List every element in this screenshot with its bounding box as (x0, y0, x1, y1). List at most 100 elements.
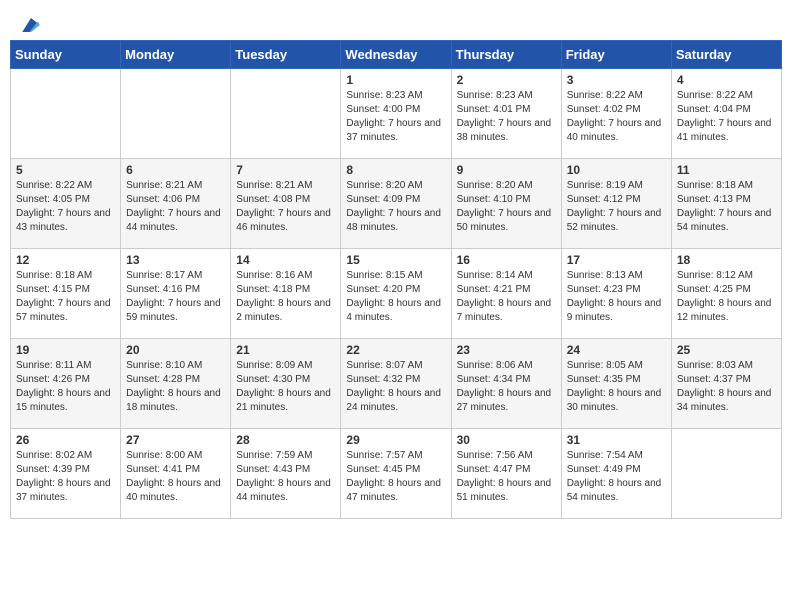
calendar-cell: 1 Sunrise: 8:23 AM Sunset: 4:00 PM Daylig… (341, 69, 451, 159)
day-info: Sunrise: 8:16 AM Sunset: 4:18 PM Dayligh… (236, 269, 335, 325)
header-saturday: Saturday (671, 41, 781, 69)
day-number: 18 (677, 253, 776, 267)
calendar-cell: 29 Sunrise: 7:57 AM Sunset: 4:45 PM Dayli… (341, 429, 451, 519)
day-info: Sunrise: 8:21 AM Sunset: 4:06 PM Dayligh… (126, 179, 225, 235)
calendar-cell: 6 Sunrise: 8:21 AM Sunset: 4:06 PM Daylig… (121, 159, 231, 249)
header-monday: Monday (121, 41, 231, 69)
calendar-cell: 22 Sunrise: 8:07 AM Sunset: 4:32 PM Dayli… (341, 339, 451, 429)
day-info: Sunrise: 8:10 AM Sunset: 4:28 PM Dayligh… (126, 359, 225, 415)
day-number: 19 (16, 343, 115, 357)
day-number: 9 (457, 163, 556, 177)
day-number: 1 (346, 73, 445, 87)
calendar-week-row: 26 Sunrise: 8:02 AM Sunset: 4:39 PM Dayli… (11, 429, 782, 519)
day-number: 26 (16, 433, 115, 447)
day-number: 8 (346, 163, 445, 177)
day-number: 16 (457, 253, 556, 267)
header-thursday: Thursday (451, 41, 561, 69)
calendar-week-row: 12 Sunrise: 8:18 AM Sunset: 4:15 PM Dayli… (11, 249, 782, 339)
calendar-cell: 9 Sunrise: 8:20 AM Sunset: 4:10 PM Daylig… (451, 159, 561, 249)
day-info: Sunrise: 8:09 AM Sunset: 4:30 PM Dayligh… (236, 359, 335, 415)
day-info: Sunrise: 8:22 AM Sunset: 4:04 PM Dayligh… (677, 89, 776, 145)
calendar-cell: 23Sunrise: 8:06 AM Sunset: 4:34 PM Dayli… (451, 339, 561, 429)
calendar-week-row: 5 Sunrise: 8:22 AM Sunset: 4:05 PM Daylig… (11, 159, 782, 249)
calendar-cell: 28Sunrise: 7:59 AM Sunset: 4:43 PM Dayli… (231, 429, 341, 519)
calendar-cell: 7Sunrise: 8:21 AM Sunset: 4:08 PM Daylig… (231, 159, 341, 249)
day-number: 31 (567, 433, 666, 447)
day-number: 20 (126, 343, 225, 357)
calendar-cell (671, 429, 781, 519)
day-number: 29 (346, 433, 445, 447)
calendar-cell: 31Sunrise: 7:54 AM Sunset: 4:49 PM Dayli… (561, 429, 671, 519)
header-friday: Friday (561, 41, 671, 69)
day-info: Sunrise: 8:14 AM Sunset: 4:21 PM Dayligh… (457, 269, 556, 325)
header-tuesday: Tuesday (231, 41, 341, 69)
day-info: Sunrise: 8:05 AM Sunset: 4:35 PM Dayligh… (567, 359, 666, 415)
calendar-cell: 16 Sunrise: 8:14 AM Sunset: 4:21 PM Dayli… (451, 249, 561, 339)
day-info: Sunrise: 7:56 AM Sunset: 4:47 PM Dayligh… (457, 449, 556, 505)
day-info: Sunrise: 8:00 AM Sunset: 4:41 PM Dayligh… (126, 449, 225, 505)
calendar-cell: 13 Sunrise: 8:17 AM Sunset: 4:16 PM Dayli… (121, 249, 231, 339)
calendar-cell: 8 Sunrise: 8:20 AM Sunset: 4:09 PM Daylig… (341, 159, 451, 249)
calendar-cell: 4 Sunrise: 8:22 AM Sunset: 4:04 PM Daylig… (671, 69, 781, 159)
calendar-cell (11, 69, 121, 159)
calendar-cell: 30 Sunrise: 7:56 AM Sunset: 4:47 PM Dayli… (451, 429, 561, 519)
day-info: Sunrise: 8:06 AM Sunset: 4:34 PM Dayligh… (457, 359, 556, 415)
day-number: 11 (677, 163, 776, 177)
calendar-cell: 12 Sunrise: 8:18 AM Sunset: 4:15 PM Dayli… (11, 249, 121, 339)
calendar-cell: 24Sunrise: 8:05 AM Sunset: 4:35 PM Dayli… (561, 339, 671, 429)
day-number: 2 (457, 73, 556, 87)
day-number: 13 (126, 253, 225, 267)
day-number: 21 (236, 343, 335, 357)
day-info: Sunrise: 8:02 AM Sunset: 4:39 PM Dayligh… (16, 449, 115, 505)
day-number: 3 (567, 73, 666, 87)
day-number: 15 (346, 253, 445, 267)
day-number: 25 (677, 343, 776, 357)
calendar-cell: 21 Sunrise: 8:09 AM Sunset: 4:30 PM Dayli… (231, 339, 341, 429)
day-info: Sunrise: 8:23 AM Sunset: 4:01 PM Dayligh… (457, 89, 556, 145)
day-info: Sunrise: 8:12 AM Sunset: 4:25 PM Dayligh… (677, 269, 776, 325)
day-number: 12 (16, 253, 115, 267)
day-info: Sunrise: 8:20 AM Sunset: 4:09 PM Dayligh… (346, 179, 445, 235)
day-number: 30 (457, 433, 556, 447)
calendar-cell: 14 Sunrise: 8:16 AM Sunset: 4:18 PM Dayli… (231, 249, 341, 339)
logo-icon (22, 18, 40, 32)
day-number: 14 (236, 253, 335, 267)
day-number: 27 (126, 433, 225, 447)
calendar-cell: 11 Sunrise: 8:18 AM Sunset: 4:13 PM Dayli… (671, 159, 781, 249)
day-info: Sunrise: 7:59 AM Sunset: 4:43 PM Dayligh… (236, 449, 335, 505)
day-info: Sunrise: 8:23 AM Sunset: 4:00 PM Dayligh… (346, 89, 445, 145)
calendar-header-row: Sunday Monday Tuesday Wednesday Thursday… (11, 41, 782, 69)
day-info: Sunrise: 8:20 AM Sunset: 4:10 PM Dayligh… (457, 179, 556, 235)
calendar-cell (121, 69, 231, 159)
day-info: Sunrise: 8:15 AM Sunset: 4:20 PM Dayligh… (346, 269, 445, 325)
calendar-cell: 17Sunrise: 8:13 AM Sunset: 4:23 PM Dayli… (561, 249, 671, 339)
day-info: Sunrise: 8:13 AM Sunset: 4:23 PM Dayligh… (567, 269, 666, 325)
day-number: 5 (16, 163, 115, 177)
calendar-cell: 19Sunrise: 8:11 AM Sunset: 4:26 PM Dayli… (11, 339, 121, 429)
day-info: Sunrise: 8:22 AM Sunset: 4:05 PM Dayligh… (16, 179, 115, 235)
day-info: Sunrise: 8:07 AM Sunset: 4:32 PM Dayligh… (346, 359, 445, 415)
calendar-cell: 10Sunrise: 8:19 AM Sunset: 4:12 PM Dayli… (561, 159, 671, 249)
day-info: Sunrise: 8:18 AM Sunset: 4:15 PM Dayligh… (16, 269, 115, 325)
calendar-cell: 20 Sunrise: 8:10 AM Sunset: 4:28 PM Dayli… (121, 339, 231, 429)
calendar-cell: 3 Sunrise: 8:22 AM Sunset: 4:02 PM Daylig… (561, 69, 671, 159)
calendar-cell: 15 Sunrise: 8:15 AM Sunset: 4:20 PM Dayli… (341, 249, 451, 339)
day-info: Sunrise: 8:18 AM Sunset: 4:13 PM Dayligh… (677, 179, 776, 235)
calendar-week-row: 19Sunrise: 8:11 AM Sunset: 4:26 PM Dayli… (11, 339, 782, 429)
day-number: 22 (346, 343, 445, 357)
logo (20, 18, 40, 32)
calendar-cell: 5 Sunrise: 8:22 AM Sunset: 4:05 PM Daylig… (11, 159, 121, 249)
calendar-cell: 27 Sunrise: 8:00 AM Sunset: 4:41 PM Dayli… (121, 429, 231, 519)
day-info: Sunrise: 8:17 AM Sunset: 4:16 PM Dayligh… (126, 269, 225, 325)
calendar-cell (231, 69, 341, 159)
day-info: Sunrise: 8:19 AM Sunset: 4:12 PM Dayligh… (567, 179, 666, 235)
day-number: 4 (677, 73, 776, 87)
calendar-cell: 25 Sunrise: 8:03 AM Sunset: 4:37 PM Dayli… (671, 339, 781, 429)
day-info: Sunrise: 7:57 AM Sunset: 4:45 PM Dayligh… (346, 449, 445, 505)
day-info: Sunrise: 8:21 AM Sunset: 4:08 PM Dayligh… (236, 179, 335, 235)
header-wednesday: Wednesday (341, 41, 451, 69)
day-info: Sunrise: 8:22 AM Sunset: 4:02 PM Dayligh… (567, 89, 666, 145)
day-number: 6 (126, 163, 225, 177)
day-info: Sunrise: 8:03 AM Sunset: 4:37 PM Dayligh… (677, 359, 776, 415)
calendar-table: Sunday Monday Tuesday Wednesday Thursday… (10, 40, 782, 519)
